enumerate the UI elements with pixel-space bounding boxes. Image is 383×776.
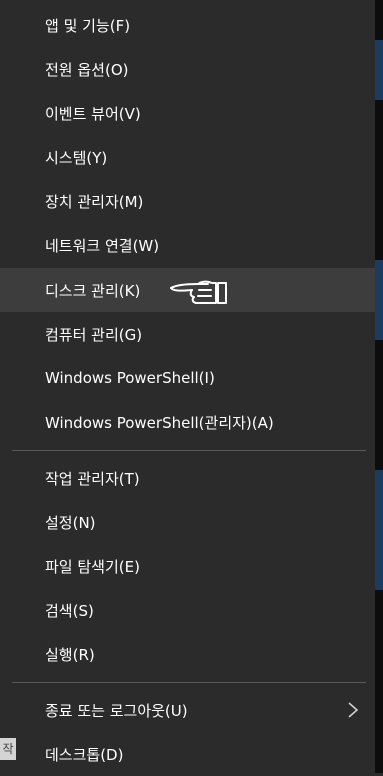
menu-item-label: 전원 옵션(O) [45,60,129,79]
menu-item-label: Windows PowerShell(관리자)(A) [45,413,274,432]
menu-item-label: 설정(N) [45,513,96,532]
menu-item-apps-features[interactable]: 앱 및 기능(F) [0,3,375,47]
background-window-edge [375,0,383,773]
background-window-segment [375,470,383,590]
menu-item-run[interactable]: 실행(R) [0,632,375,676]
menu-item-label: 실행(R) [45,645,95,664]
chevron-right-icon [348,702,359,718]
menu-item-label: 장치 관리자(M) [45,192,144,211]
menu-item-network-connections[interactable]: 네트워크 연결(W) [0,223,375,267]
background-window-tab-label: 작 [2,742,14,756]
menu-item-file-explorer[interactable]: 파일 탐색기(E) [0,544,375,588]
winx-context-menu: 앱 및 기능(F) 전원 옵션(O) 이벤트 뷰어(V) 시스템(Y) 장치 관… [0,0,383,773]
menu-separator [12,682,366,683]
menu-separator [12,450,366,451]
menu-item-label: 작업 관리자(T) [45,469,140,488]
menu-item-settings[interactable]: 설정(N) [0,500,375,544]
menu-item-label: 디스크 관리(K) [45,281,141,300]
menu-item-label: 이벤트 뷰어(V) [45,104,141,123]
menu-item-computer-management[interactable]: 컴퓨터 관리(G) [0,312,375,356]
menu-item-powershell[interactable]: Windows PowerShell(I) [0,356,375,400]
menu-item-shutdown-signout[interactable]: 종료 또는 로그아웃(U) [0,688,375,732]
menu-item-label: 데스크톱(D) [45,745,124,764]
menu-item-device-manager[interactable]: 장치 관리자(M) [0,179,375,223]
menu-item-label: 종료 또는 로그아웃(U) [45,701,188,720]
background-window-segment [375,40,383,100]
background-window-tab: 작 [0,738,16,760]
menu-item-label: Windows PowerShell(I) [45,369,215,387]
menu-item-label: 네트워크 연결(W) [45,236,160,255]
menu-item-power-options[interactable]: 전원 옵션(O) [0,47,375,91]
menu-item-desktop[interactable]: 데스크톱(D) [0,732,375,776]
background-window-segment [375,260,383,340]
menu-item-label: 파일 탐색기(E) [45,557,140,576]
menu-item-label: 시스템(Y) [45,148,108,167]
menu-item-event-viewer[interactable]: 이벤트 뷰어(V) [0,91,375,135]
menu-item-label: 컴퓨터 관리(G) [45,325,143,344]
menu-item-system[interactable]: 시스템(Y) [0,135,375,179]
menu-item-label: 검색(S) [45,601,94,620]
menu-item-label: 앱 및 기능(F) [45,16,131,35]
menu-item-powershell-admin[interactable]: Windows PowerShell(관리자)(A) [0,400,375,444]
menu-item-search[interactable]: 검색(S) [0,588,375,632]
menu-item-task-manager[interactable]: 작업 관리자(T) [0,456,375,500]
pointing-hand-icon [170,280,227,304]
